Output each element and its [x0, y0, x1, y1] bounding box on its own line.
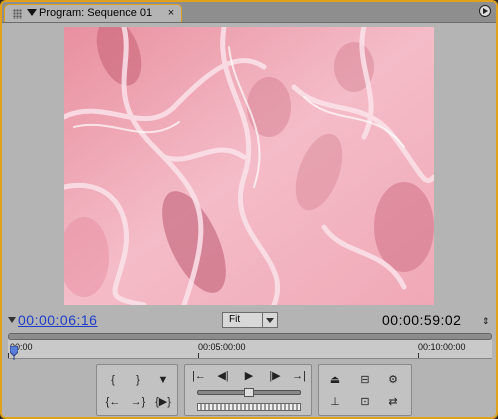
time-ruler[interactable]: 00:00 00:05:00:00 00:10:00:00 [8, 340, 492, 359]
tab-title: Program: Sequence 01 [39, 7, 153, 19]
duration-toggle-icon[interactable]: ⇕ [482, 316, 490, 327]
extract-icon[interactable]: ⊟ [355, 371, 375, 389]
go-to-out-icon[interactable]: →} [128, 393, 148, 411]
transport-controls: |← ◀| ▶ |▶ →| [184, 364, 312, 416]
timecode-menu-icon[interactable] [8, 317, 16, 323]
ruler-tick [198, 353, 199, 358]
ruler-label-mid: 00:05:00:00 [198, 342, 246, 352]
set-marker-icon[interactable]: ▼ [153, 371, 173, 389]
step-back-icon[interactable]: ◀| [213, 367, 233, 385]
mark-out-icon[interactable]: } [128, 371, 148, 389]
go-to-previous-edit-icon[interactable]: |← [189, 367, 209, 385]
ruler-tick [418, 353, 419, 358]
timecode-row: 00:00:06:16 Fit 00:00:59:02 ⇕ [2, 309, 496, 333]
go-to-in-icon[interactable]: {← [103, 393, 123, 411]
output-icon[interactable]: ⚙ [383, 371, 403, 389]
panel-menu-arrow-icon[interactable] [27, 9, 37, 16]
grip-icon[interactable] [13, 9, 22, 19]
tab-program-sequence[interactable]: Program: Sequence 01 × [4, 4, 182, 22]
ruler-tick [8, 353, 9, 358]
program-monitor-panel: Program: Sequence 01 × 00:00:06:16 Fit 0… [0, 0, 498, 419]
lift-icon[interactable]: ⏏ [325, 371, 345, 389]
panel-tab-bar: Program: Sequence 01 × [2, 2, 496, 23]
playhead-icon[interactable] [10, 346, 18, 360]
ruler-label-end: 00:10:00:00 [418, 342, 466, 352]
go-to-next-edit-icon[interactable]: →| [289, 367, 309, 385]
close-icon[interactable]: × [165, 8, 177, 19]
step-forward-icon[interactable]: |▶ [265, 367, 285, 385]
panel-menu-icon[interactable] [479, 5, 491, 17]
marker-controls: { } ▼ {← →} {▶} [96, 364, 178, 416]
duration-timecode: 00:00:59:02 [382, 312, 462, 328]
mark-in-icon[interactable]: { [103, 371, 123, 389]
video-frame [64, 27, 434, 305]
chevron-down-icon[interactable] [262, 313, 277, 327]
shuttle-knob[interactable] [244, 388, 254, 397]
timeline-zoom-scrollbar[interactable] [8, 333, 492, 340]
edit-controls: ⏏ ⊟ ⚙ ⊥ ⊡ ⇄ [318, 364, 412, 416]
monitor-controls: { } ▼ {← →} {▶} |← ◀| ▶ |▶ →| ⏏ ⊟ ⚙ ⊥ ⊡ … [96, 364, 412, 416]
monitor-viewer [2, 23, 496, 309]
zoom-select[interactable]: Fit [222, 312, 278, 328]
play-in-to-out-icon[interactable]: {▶} [153, 393, 173, 411]
current-timecode[interactable]: 00:00:06:16 [18, 312, 97, 328]
zoom-select-value: Fit [229, 314, 241, 325]
play-icon[interactable]: ▶ [239, 367, 259, 385]
toggle-icon[interactable]: ⇄ [383, 393, 403, 411]
safe-margins-icon[interactable]: ⊡ [355, 393, 375, 411]
jog-wheel[interactable] [197, 403, 301, 411]
trim-icon[interactable]: ⊥ [325, 393, 345, 411]
